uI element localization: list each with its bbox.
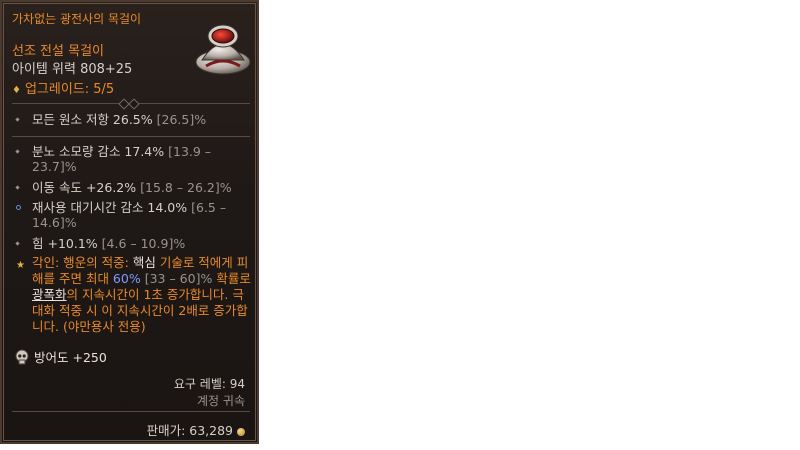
item-upgrade: ♦ 업그레이드: 5/5 [12,78,114,97]
armor-stat: 방어도 +250 [14,347,107,368]
item-tooltip: 가차없는 광전사의 목걸이 선조 전설 목걸이 아이템 위력 808+25 ♦ 업… [0,0,259,444]
upgrade-label: 업그레이드: 5/5 [24,82,115,97]
divider [12,98,250,110]
stat-resist: 모든 원소 저항 26.5% [26.5]% [15,112,252,127]
divider [12,133,250,139]
star-icon: ★ [16,260,25,271]
stat-move-speed: 이동 속도 +26.2% [15.8 – 26.2]% [15,180,252,195]
sell-price: 판매가: 63,289 [147,420,245,439]
aspect-text: ★ 각인: 행운의 적중: 핵심 기술로 적에게 피해를 주면 최대 60% [… [16,255,251,334]
stat-strength: 힘 +10.1% [4.6 – 10.9]% [15,236,252,251]
stat-cooldown: 재사용 대기시간 감소 14.0% [6.5 – 14.6]% [16,200,252,230]
necklace-icon [192,16,254,80]
item-name: 가차없는 광전사의 목걸이 [12,12,142,26]
item-type: 선조 전설 목걸이 [12,44,104,59]
item-power: 아이템 위력 808+25 [12,62,133,77]
diamond-icon: ♦ [12,85,21,96]
required-level: 요구 레벨: 94 [173,377,245,391]
skull-icon [14,349,30,368]
gold-coin-icon [237,427,245,436]
account-bound: 계정 귀속 [197,394,245,408]
stat-fury: 분노 소모량 감소 17.4% [13.9 – 23.7]% [15,144,252,174]
divider [12,408,250,414]
